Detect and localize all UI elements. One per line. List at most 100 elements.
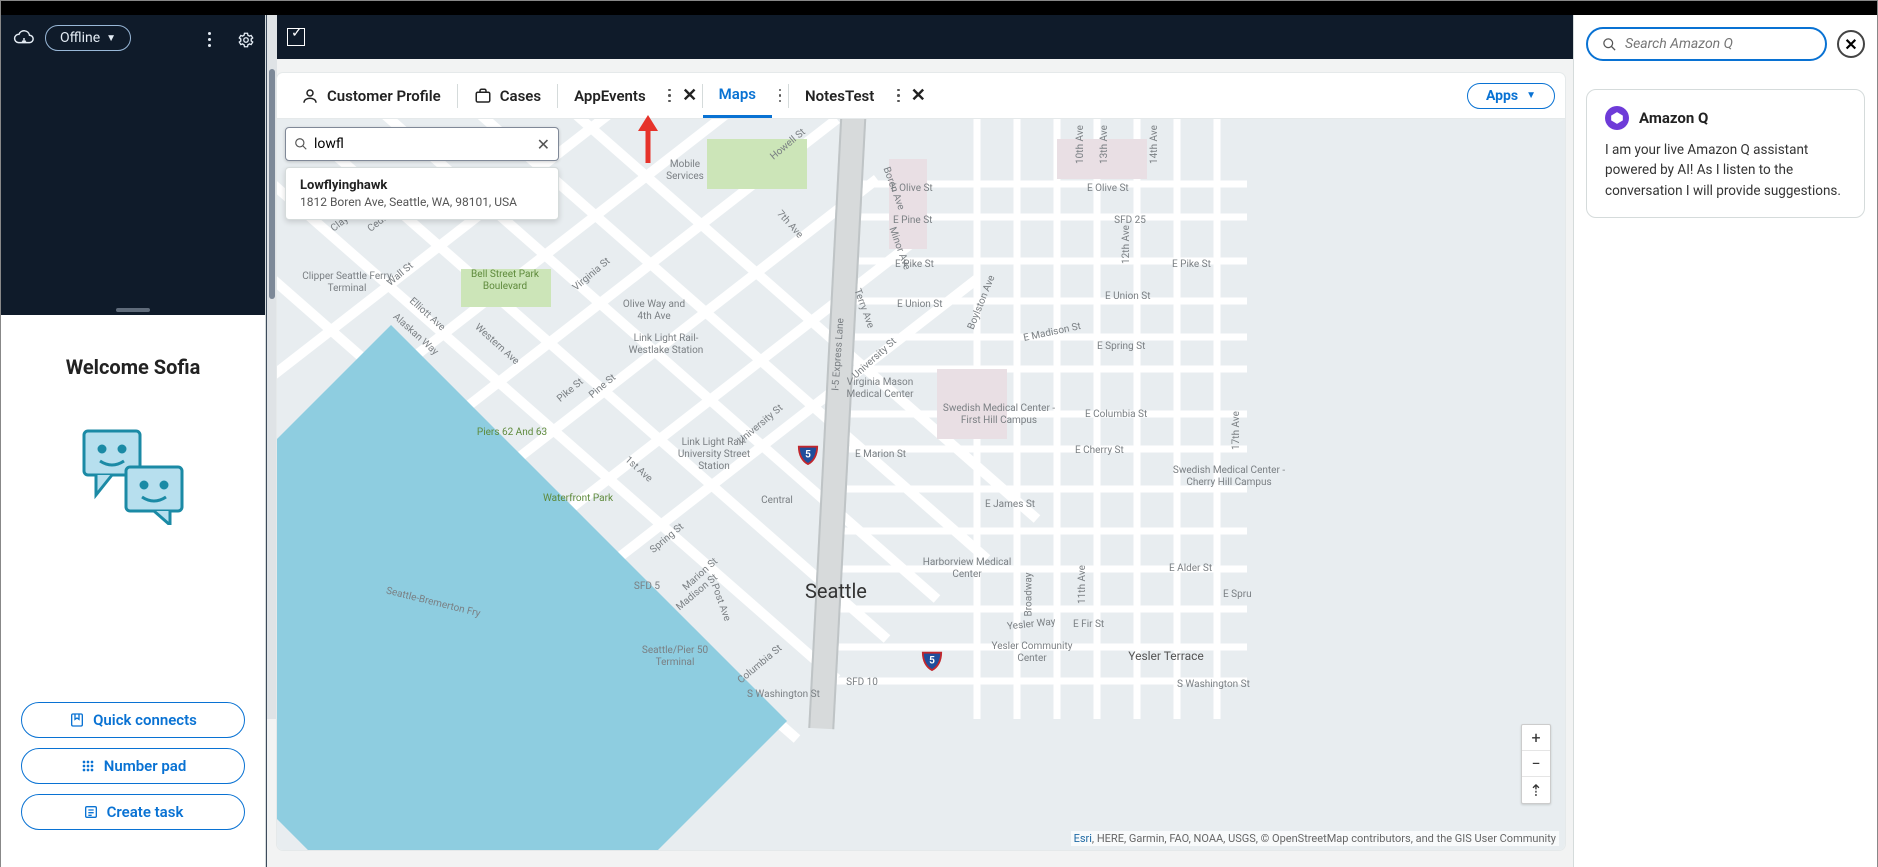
- tab-cases[interactable]: Cases: [458, 73, 557, 118]
- poi-label: Swedish Medical Center - First Hill Camp…: [939, 403, 1059, 427]
- map-attribution: Esri, HERE, Garmin, FAO, NOAA, USGS, © O…: [1071, 831, 1559, 846]
- street-label: E Pine St: [893, 215, 932, 226]
- map-canvas[interactable]: 5 5 Seattle Alaskan Way Elliott Ave West…: [277, 119, 1565, 850]
- amazon-q-search-input[interactable]: [1625, 36, 1811, 52]
- tab-maps[interactable]: Maps: [703, 73, 772, 118]
- map-search-container: ✕ Lowflyinghawk 1812 Boren Ave, Seattle,…: [285, 127, 559, 220]
- welcome-heading: Welcome Sofia: [66, 355, 201, 379]
- number-pad-button[interactable]: Number pad: [21, 748, 244, 784]
- attribution-rest: , HERE, Garmin, FAO, NOAA, USGS, © OpenS…: [1092, 832, 1556, 845]
- amazon-q-logo: [1605, 106, 1629, 130]
- city-label-seattle: Seattle: [805, 579, 867, 603]
- tab-customer-profile[interactable]: Customer Profile: [285, 73, 457, 118]
- tab-customer-profile-label: Customer Profile: [327, 87, 441, 105]
- sidebar-body: Welcome Sofia Quick connects: [1, 315, 265, 867]
- scrollbar-track[interactable]: [267, 15, 277, 719]
- amazon-q-card: Amazon Q I am your live Amazon Q assista…: [1586, 89, 1865, 218]
- quick-connects-button[interactable]: Quick connects: [21, 702, 244, 738]
- apps-button-label: Apps: [1486, 88, 1518, 104]
- zoom-out-button[interactable]: −: [1522, 751, 1550, 777]
- poi-label: Piers 62 And 63: [467, 427, 557, 439]
- street-label: Broadway: [1023, 573, 1034, 617]
- street-label: E Pike St: [895, 259, 934, 270]
- attribution-esri: Esri: [1074, 832, 1092, 845]
- street-label: E Spring St: [1097, 341, 1145, 352]
- street-label: E James St: [985, 499, 1035, 510]
- settings-icon[interactable]: [237, 31, 255, 49]
- poi-label: Bell Street Park Boulevard: [455, 269, 555, 293]
- search-icon: [1602, 37, 1617, 52]
- tab-notes-test[interactable]: NotesTest: [789, 73, 890, 118]
- street-label: E Cherry St: [1075, 445, 1124, 456]
- street-label: E Olive St: [891, 183, 933, 194]
- svg-text:5: 5: [929, 656, 935, 667]
- street-label: 14th Ave: [1149, 125, 1160, 164]
- clear-search-button[interactable]: ✕: [537, 135, 550, 154]
- poi-label: Mobile Services: [655, 159, 715, 183]
- compass-reset-button[interactable]: ⇡: [1522, 777, 1550, 803]
- left-sidebar: Offline ▼ Welcome Sofia: [1, 15, 266, 867]
- window-top-strip: [1, 1, 1877, 15]
- briefcase-icon: [474, 87, 492, 105]
- bookmark-icon: [69, 712, 85, 728]
- street-label: E Spru: [1223, 589, 1252, 600]
- workspace-panel: Customer Profile Cases AppEvents ✕ Maps: [277, 73, 1565, 850]
- agent-status-label: Offline: [60, 30, 100, 46]
- tab-app-events-close[interactable]: ✕: [678, 84, 702, 108]
- tab-app-events-menu[interactable]: [662, 88, 678, 104]
- poi-label: Link Light Rail-University Street Statio…: [669, 437, 759, 473]
- street-label: 13th Ave: [1099, 125, 1110, 164]
- task-check-icon[interactable]: ✓: [287, 28, 305, 46]
- caret-down-icon: ▼: [106, 33, 116, 44]
- cloud-icon: [13, 29, 35, 47]
- amazon-q-panel: ✕ Amazon Q I am your live Amazon Q assis…: [1573, 15, 1877, 867]
- panel-resize-handle[interactable]: [116, 308, 150, 312]
- tab-bar: Customer Profile Cases AppEvents ✕ Maps: [277, 73, 1565, 119]
- create-task-button[interactable]: Create task: [21, 794, 244, 830]
- tab-maps-label: Maps: [719, 85, 756, 103]
- tab-maps-menu[interactable]: [772, 88, 788, 104]
- street-label: E Union St: [1105, 291, 1151, 302]
- tab-notes-test-label: NotesTest: [805, 87, 874, 105]
- amazon-q-close-button[interactable]: ✕: [1837, 30, 1865, 58]
- tab-notes-test-menu[interactable]: [890, 88, 906, 104]
- zoom-in-button[interactable]: +: [1522, 725, 1550, 751]
- agent-status-dropdown[interactable]: Offline ▼: [45, 25, 131, 51]
- suggestion-name: Lowflyinghawk: [300, 178, 544, 193]
- poi-label: SFD 5: [627, 581, 667, 593]
- chat-illustration: [78, 425, 188, 525]
- sidebar-top-panel: Offline ▼: [1, 15, 265, 315]
- street-label: E Fir St: [1073, 619, 1104, 630]
- map-search-box[interactable]: ✕: [285, 127, 559, 161]
- street-label: 12th Ave: [1121, 225, 1132, 264]
- search-suggestion[interactable]: Lowflyinghawk 1812 Boren Ave, Seattle, W…: [285, 167, 559, 220]
- street-label: 10th Ave: [1075, 125, 1086, 164]
- map-search-input[interactable]: [314, 136, 531, 152]
- person-icon: [301, 87, 319, 105]
- interstate-5-shield: 5: [797, 443, 819, 465]
- amazon-q-body: I am your live Amazon Q assistant powere…: [1605, 140, 1846, 201]
- center-area: ✓ Customer Profile Cases AppEvents: [266, 15, 1573, 867]
- quick-connects-label: Quick connects: [93, 711, 197, 729]
- street-label: S Washington St: [1177, 679, 1250, 690]
- more-menu-button[interactable]: [201, 31, 217, 47]
- poi-label: Yesler Terrace: [1111, 649, 1221, 663]
- apps-dropdown-button[interactable]: Apps ▼: [1467, 83, 1555, 109]
- street-label: E Alder St: [1169, 563, 1212, 574]
- amazon-q-search-box[interactable]: [1586, 27, 1827, 61]
- task-icon: [83, 804, 99, 820]
- street-label: E Columbia St: [1085, 409, 1147, 420]
- suggestion-address: 1812 Boren Ave, Seattle, WA, 98101, USA: [300, 195, 544, 209]
- tab-notes-test-close[interactable]: ✕: [906, 84, 930, 108]
- poi-label: Central: [747, 495, 807, 507]
- street-label: E Olive St: [1087, 183, 1129, 194]
- tab-app-events-label: AppEvents: [574, 87, 646, 105]
- poi-label: Swedish Medical Center - Cherry Hill Cam…: [1169, 465, 1289, 489]
- caret-down-icon: ▼: [1526, 90, 1536, 101]
- number-pad-label: Number pad: [104, 757, 187, 775]
- tab-app-events[interactable]: AppEvents: [558, 73, 662, 118]
- street-label: 11th Ave: [1077, 565, 1088, 604]
- scrollbar-thumb[interactable]: [269, 69, 275, 299]
- poi-label: Olive Way and 4th Ave: [619, 299, 689, 323]
- poi-label: Clipper Seattle Ferry Terminal: [302, 271, 392, 295]
